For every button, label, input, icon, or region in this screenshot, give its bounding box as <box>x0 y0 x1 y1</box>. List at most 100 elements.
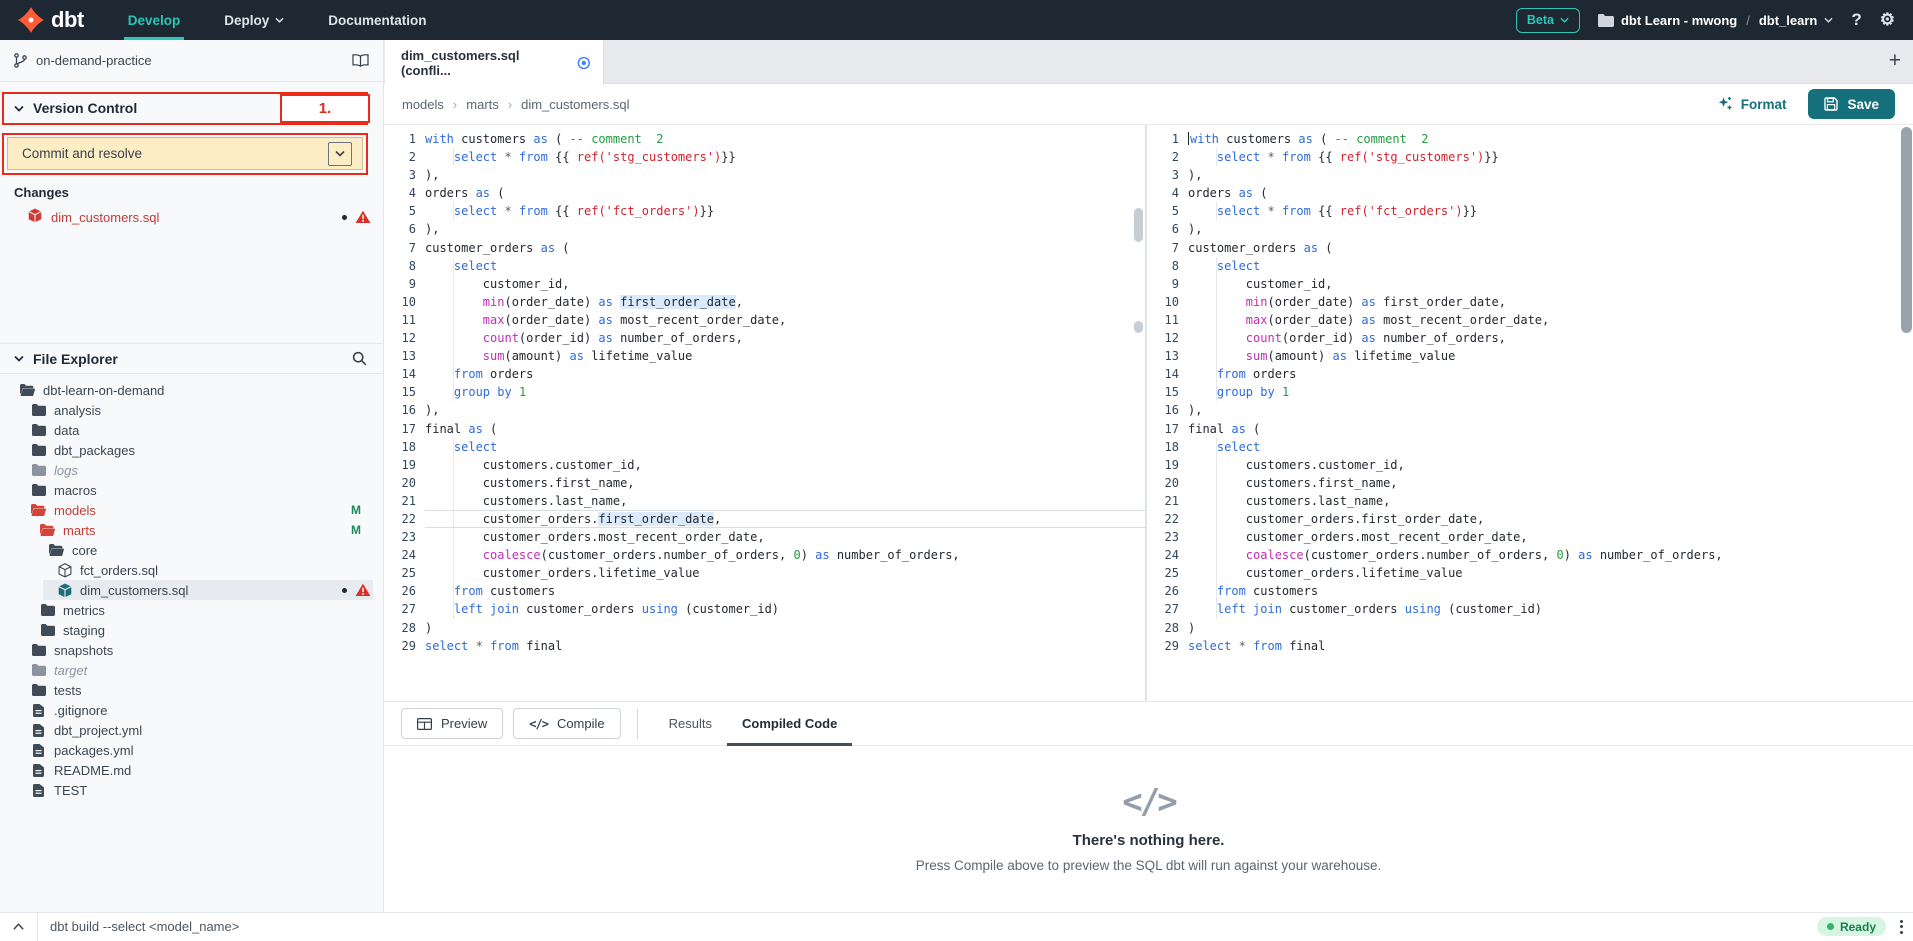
docs-book-icon[interactable] <box>352 54 369 67</box>
code-line[interactable]: 18 select <box>384 438 1145 456</box>
tree-item-tests[interactable]: tests <box>0 680 383 700</box>
code-line[interactable]: 17final as ( <box>1147 420 1913 438</box>
code-line[interactable]: 4orders as ( <box>384 184 1145 202</box>
code-line[interactable]: 19 customers.customer_id, <box>1147 456 1913 474</box>
tree-item-models[interactable]: modelsM <box>0 500 383 520</box>
code-line[interactable]: 29select * from final <box>384 637 1145 655</box>
changed-file-row[interactable]: dim_customers.sql <box>0 205 383 229</box>
preview-button[interactable]: Preview <box>401 708 503 739</box>
code-line[interactable]: 8 select <box>1147 257 1913 275</box>
code-line[interactable]: 13 sum(amount) as lifetime_value <box>384 347 1145 365</box>
tree-item-metrics[interactable]: metrics <box>0 600 383 620</box>
code-line[interactable]: 11 max(order_date) as most_recent_order_… <box>384 311 1145 329</box>
code-line[interactable]: 5 select * from {{ ref('fct_orders')}} <box>384 202 1145 220</box>
dbt-command-input[interactable]: dbt build --select <model_name> <box>38 919 1817 934</box>
code-line[interactable]: 21 customers.last_name, <box>1147 492 1913 510</box>
new-tab-plus-icon[interactable]: + <box>1889 49 1901 73</box>
commit-and-resolve-button[interactable]: Commit and resolve <box>7 137 363 170</box>
code-pane-right[interactable]: 1with customers as ( -- comment 22 selec… <box>1147 125 1913 701</box>
code-line[interactable]: 1with customers as ( -- comment 2 <box>1147 130 1913 148</box>
code-line[interactable]: 28) <box>1147 619 1913 637</box>
help-icon[interactable]: ? <box>1851 10 1861 30</box>
code-line[interactable]: 20 customers.first_name, <box>1147 474 1913 492</box>
code-line[interactable]: 3), <box>1147 166 1913 184</box>
beta-dropdown[interactable]: Beta <box>1516 8 1580 33</box>
tree-item-analysis[interactable]: analysis <box>0 400 383 420</box>
code-line[interactable]: 22 customer_orders.first_order_date, <box>384 510 1145 528</box>
tree-item-dbt-learn-on-demand[interactable]: dbt-learn-on-demand <box>0 380 383 400</box>
tree-item-snapshots[interactable]: snapshots <box>0 640 383 660</box>
tree-item-core[interactable]: core <box>0 540 383 560</box>
git-branch-row[interactable]: on-demand-practice <box>0 40 383 82</box>
nav-item-develop[interactable]: Develop <box>110 0 199 40</box>
code-line[interactable]: 8 select <box>384 257 1145 275</box>
tree-item-target[interactable]: target <box>0 660 383 680</box>
code-line[interactable]: 18 select <box>1147 438 1913 456</box>
compile-button[interactable]: </> Compile <box>513 708 620 739</box>
chevron-up-icon[interactable] <box>0 922 37 931</box>
tree-item-readme-md[interactable]: README.md <box>0 760 383 780</box>
code-line[interactable]: 27 left join customer_orders using (cust… <box>1147 600 1913 618</box>
code-line[interactable]: 12 count(order_id) as number_of_orders, <box>384 329 1145 347</box>
code-line[interactable]: 16), <box>384 401 1145 419</box>
code-line[interactable]: 13 sum(amount) as lifetime_value <box>1147 347 1913 365</box>
code-line[interactable]: 24 coalesce(customer_orders.number_of_or… <box>384 546 1145 564</box>
code-line[interactable]: 26 from customers <box>1147 582 1913 600</box>
code-line[interactable]: 9 customer_id, <box>1147 275 1913 293</box>
version-control-header[interactable]: Version Control <box>14 100 137 116</box>
code-line[interactable]: 5 select * from {{ ref('fct_orders')}} <box>1147 202 1913 220</box>
tree-item-dbt-project-yml[interactable]: dbt_project.yml <box>0 720 383 740</box>
code-line[interactable]: 22 customer_orders.first_order_date, <box>1147 510 1913 528</box>
code-line[interactable]: 15 group by 1 <box>384 383 1145 401</box>
format-button[interactable]: Format <box>1717 96 1787 112</box>
modified-dot-icon[interactable] <box>577 56 591 70</box>
breadcrumb-item[interactable]: marts <box>466 97 499 112</box>
tree-item-logs[interactable]: logs <box>0 460 383 480</box>
code-line[interactable]: 23 customer_orders.most_recent_order_dat… <box>384 528 1145 546</box>
tab-compiled-code[interactable]: Compiled Code <box>727 702 852 745</box>
code-line[interactable]: 1with customers as ( -- comment 2 <box>384 130 1145 148</box>
tree-item-staging[interactable]: staging <box>0 620 383 640</box>
code-line[interactable]: 2 select * from {{ ref('stg_customers')}… <box>1147 148 1913 166</box>
search-icon[interactable] <box>352 351 367 366</box>
settings-gear-icon[interactable]: ⚙ <box>1880 10 1895 30</box>
code-line[interactable]: 7customer_orders as ( <box>384 239 1145 257</box>
code-line[interactable]: 6), <box>1147 220 1913 238</box>
code-line[interactable]: 28) <box>384 619 1145 637</box>
code-line[interactable]: 21 customers.last_name, <box>384 492 1145 510</box>
code-line[interactable]: 11 max(order_date) as most_recent_order_… <box>1147 311 1913 329</box>
tree-item-test[interactable]: TEST <box>0 780 383 800</box>
code-line[interactable]: 26 from customers <box>384 582 1145 600</box>
code-line[interactable]: 10 min(order_date) as first_order_date, <box>384 293 1145 311</box>
code-line[interactable]: 14 from orders <box>384 365 1145 383</box>
code-line[interactable]: 19 customers.customer_id, <box>384 456 1145 474</box>
code-line[interactable]: 2 select * from {{ ref('stg_customers')}… <box>384 148 1145 166</box>
tree-item-marts[interactable]: martsM <box>0 520 383 540</box>
nav-item-documentation[interactable]: Documentation <box>310 0 444 40</box>
code-line[interactable]: 4orders as ( <box>1147 184 1913 202</box>
scrollbar-thumb[interactable] <box>1134 208 1143 242</box>
scrollbar-thumb[interactable] <box>1901 127 1912 333</box>
code-line[interactable]: 10 min(order_date) as first_order_date, <box>1147 293 1913 311</box>
code-line[interactable]: 14 from orders <box>1147 365 1913 383</box>
nav-item-deploy[interactable]: Deploy <box>206 0 302 40</box>
breadcrumb-item[interactable]: models <box>402 97 444 112</box>
tree-item-data[interactable]: data <box>0 420 383 440</box>
code-pane-left[interactable]: 1with customers as ( -- comment 22 selec… <box>384 125 1145 701</box>
dbt-logo[interactable]: dbt <box>0 7 110 33</box>
code-line[interactable]: 23 customer_orders.most_recent_order_dat… <box>1147 528 1913 546</box>
code-line[interactable]: 24 coalesce(customer_orders.number_of_or… <box>1147 546 1913 564</box>
tab-results[interactable]: Results <box>654 702 727 745</box>
tab-dim-customers[interactable]: dim_customers.sql (confli... <box>385 40 604 85</box>
code-line[interactable]: 25 customer_orders.lifetime_value <box>1147 564 1913 582</box>
code-line[interactable]: 3), <box>384 166 1145 184</box>
code-line[interactable]: 9 customer_id, <box>384 275 1145 293</box>
commit-dropdown-toggle[interactable] <box>328 142 352 166</box>
tree-item-fct-orders-sql[interactable]: fct_orders.sql <box>0 560 383 580</box>
tree-item-packages-yml[interactable]: packages.yml <box>0 740 383 760</box>
save-button[interactable]: Save <box>1808 89 1895 119</box>
code-line[interactable]: 17final as ( <box>384 420 1145 438</box>
tree-item-dbt-packages[interactable]: dbt_packages <box>0 440 383 460</box>
code-line[interactable]: 20 customers.first_name, <box>384 474 1145 492</box>
code-line[interactable]: 6), <box>384 220 1145 238</box>
